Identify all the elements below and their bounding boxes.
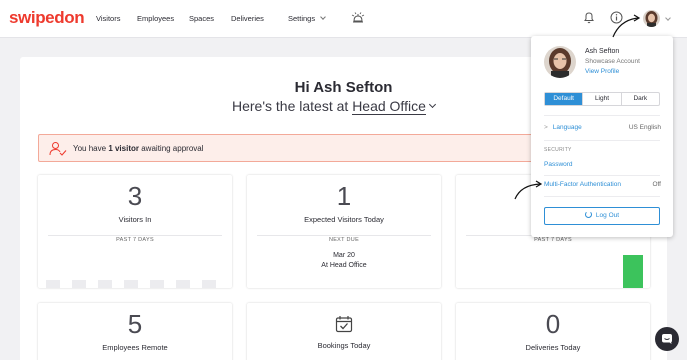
chart-bar [46,280,60,288]
language-link[interactable]: > Language [544,124,582,131]
avatar-image [544,46,576,78]
chevron-down-icon[interactable] [428,100,436,109]
profile-name: Ash Sefton [585,48,620,55]
third-stat-period: PAST 7 DAYS [534,237,572,243]
security-heading: SECURITY [544,147,572,153]
divider [544,140,660,141]
divider [544,115,660,116]
chart-bar [124,280,138,288]
deliveries-today-count: 0 [545,309,561,339]
nav-spaces[interactable]: Spaces [189,14,214,23]
chart-bar [150,280,164,288]
chart-bar [72,280,86,288]
profile-dropdown: Ash Sefton Showcase Account View Profile… [531,36,673,237]
nav-employees[interactable]: Employees [137,14,174,23]
nav-deliveries[interactable]: Deliveries [231,14,264,23]
reception-bell-icon[interactable] [351,11,365,25]
visitors-in-label: Visitors In [118,215,152,224]
chevron-down-icon [320,14,326,20]
visitors-in-period: PAST 7 DAYS [116,237,154,243]
deliveries-today-label: Deliveries Today [525,343,581,352]
language-value: US English [628,124,661,131]
divider [544,196,660,197]
annotation-arrow-icon [612,14,641,38]
chart-bar [202,280,216,288]
nav-settings-label: Settings [288,14,316,23]
avatar-image [643,10,660,27]
chat-icon [662,334,672,344]
bookings-today-label: Bookings Today [317,341,371,350]
expected-visitors-label: Expected Visitors Today [304,215,384,224]
location-selector[interactable]: Head Office [352,98,426,115]
theme-light-button[interactable]: Light [583,93,622,105]
calendar-check-icon [335,316,353,333]
latest-prefix: Here's the latest at [232,98,349,114]
theme-selector: Default Light Dark [544,92,660,106]
visitors-in-card[interactable]: 3 Visitors In PAST 7 DAYS [38,175,232,288]
deliveries-today-card[interactable]: 0 Deliveries Today [456,303,650,360]
divider [257,235,431,236]
greeting-subtitle: Here's the latest at Head Office [232,98,436,115]
alert-suffix: awaiting approval [141,144,204,153]
chart-bar [176,280,190,288]
alert-message: You have 1 visitor awaiting approval [73,144,204,153]
next-due-place: At Head Office [321,262,367,269]
swipedon-logo[interactable]: swipedon [9,8,85,28]
avatar[interactable] [643,10,660,27]
nav-visitors[interactable]: Visitors [96,14,120,23]
annotation-arrow-icon [514,180,543,200]
logout-button[interactable]: Log Out [544,207,660,225]
user-check-icon [49,142,67,156]
theme-default-button[interactable]: Default [545,93,584,105]
notification-bell-icon[interactable] [583,11,595,24]
chat-launcher-button[interactable] [655,327,679,351]
visitors-in-count: 3 [127,181,143,211]
top-navigation: swipedon Visitors Employees Spaces Deliv… [0,0,687,38]
mfa-link[interactable]: Multi-Factor Authentication [544,181,621,188]
alert-prefix: You have [73,144,107,153]
expected-visitors-count: 1 [336,181,352,211]
power-icon [584,211,592,218]
bookings-today-card[interactable]: Bookings Today [247,303,441,360]
view-profile-link[interactable]: View Profile [585,68,619,75]
expected-visitors-card[interactable]: 1 Expected Visitors Today NEXT DUE Mar 2… [247,175,441,288]
mfa-status: Off [652,181,661,188]
account-name: Showcase Account [585,58,640,65]
language-label: Language [552,124,582,131]
password-link[interactable]: Password [544,161,573,168]
profile-avatar [544,46,576,78]
logout-label: Log Out [595,212,620,219]
chart-bar [623,255,643,288]
employees-remote-card[interactable]: 5 Employees Remote [38,303,232,360]
chart-bar [98,280,112,288]
employees-remote-label: Employees Remote [102,343,168,352]
theme-dark-button[interactable]: Dark [622,93,659,105]
chevron-down-icon[interactable] [665,15,671,21]
alert-highlight: 1 visitor [108,144,139,153]
divider [544,175,660,176]
next-due-label: NEXT DUE [328,237,360,243]
divider [48,235,222,236]
chevron-right-icon: > [544,124,548,131]
nav-settings[interactable]: Settings [288,14,326,23]
next-due-date: Mar 20 [333,252,355,259]
employees-remote-count: 5 [127,309,143,339]
